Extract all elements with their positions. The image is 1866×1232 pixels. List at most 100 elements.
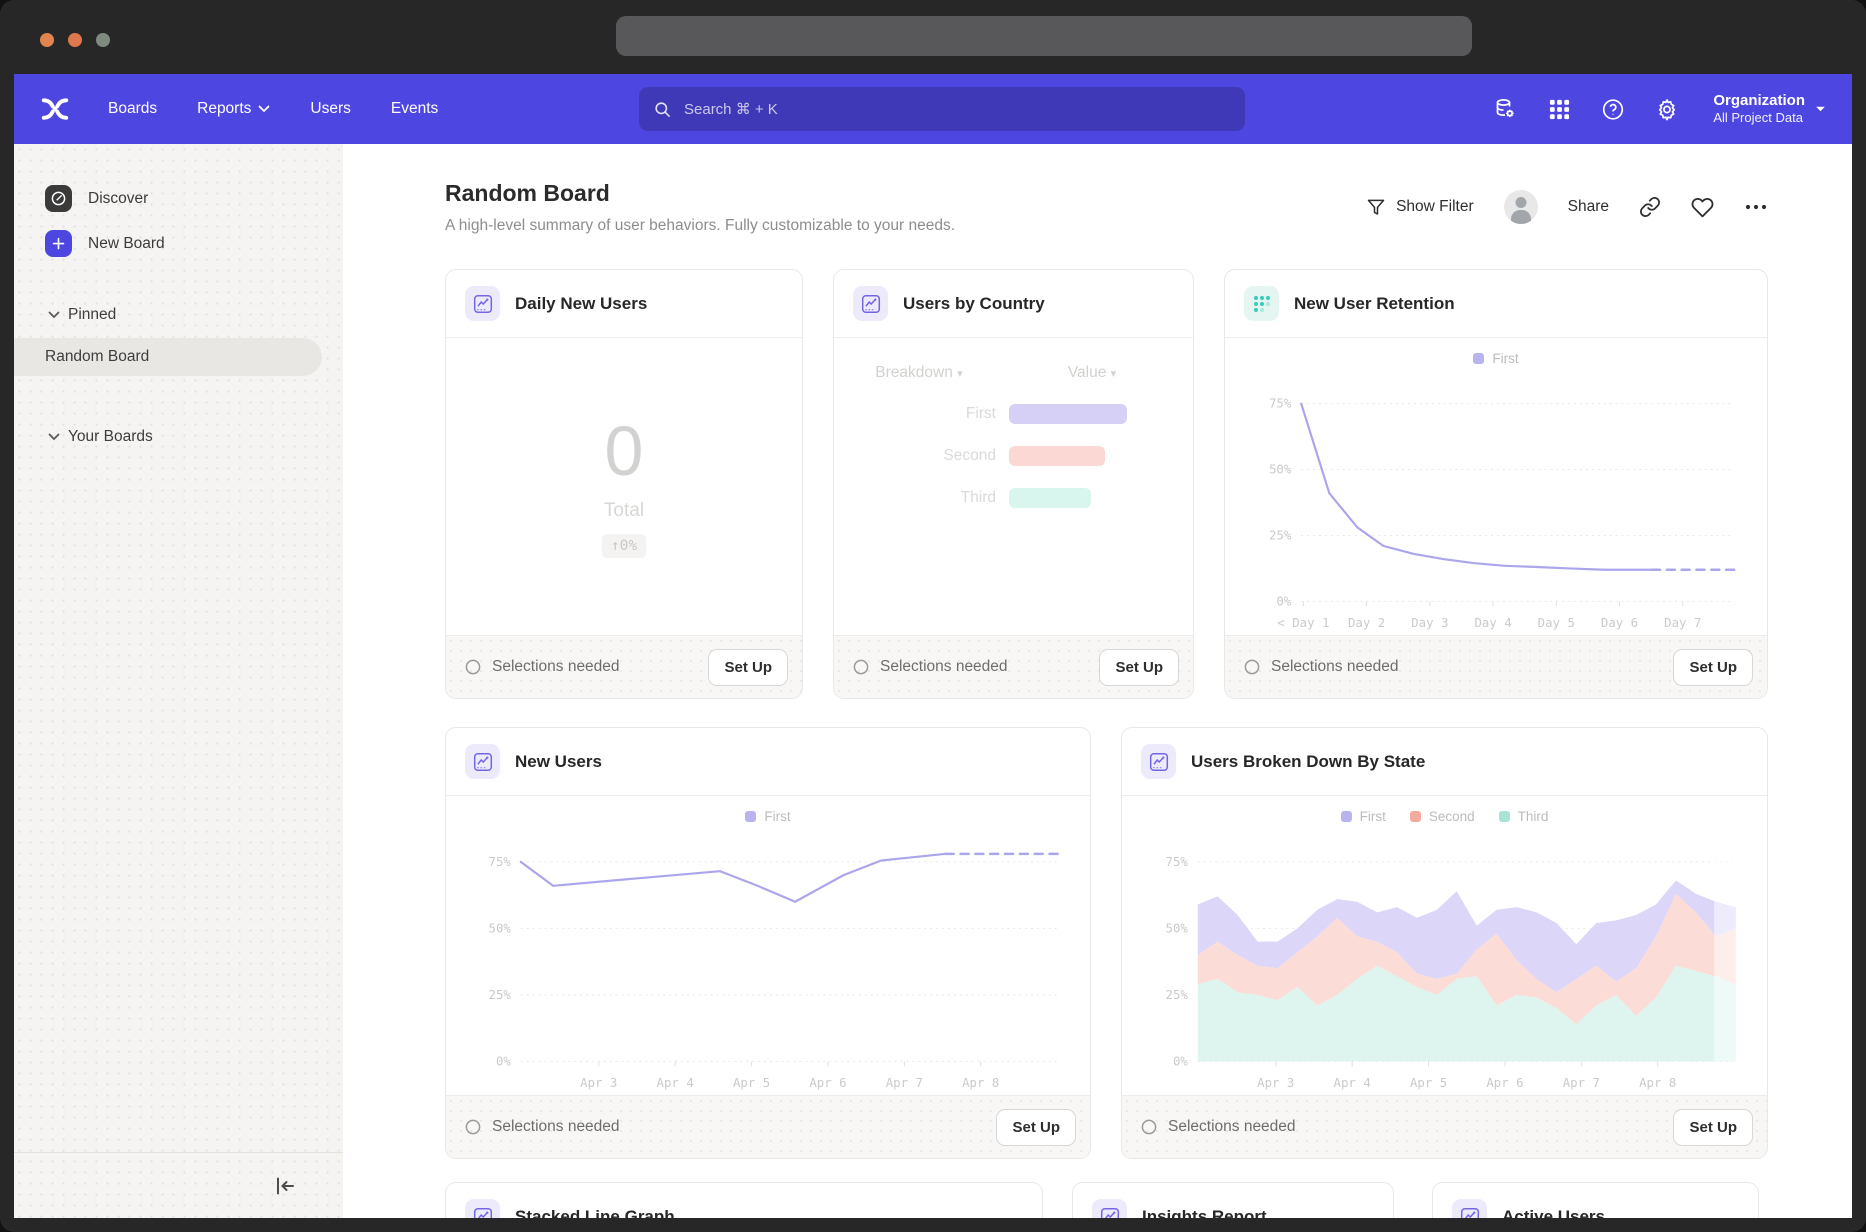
svg-text:75%: 75% — [489, 855, 512, 869]
svg-text:75%: 75% — [1165, 855, 1188, 869]
country-bar-row: Third — [834, 488, 1193, 508]
browser-url-bar[interactable] — [616, 16, 1472, 56]
line-chart-icon — [853, 286, 888, 321]
metric-label: Total — [604, 500, 644, 522]
mixpanel-logo-icon[interactable] — [40, 94, 70, 124]
plus-icon — [45, 230, 72, 257]
favorite-heart-icon[interactable] — [1691, 196, 1714, 219]
card-title: Users by Country — [903, 294, 1045, 314]
card-title: Daily New Users — [515, 294, 647, 314]
svg-text:Day 2: Day 2 — [1348, 616, 1385, 630]
svg-text:Apr 6: Apr 6 — [1486, 1076, 1523, 1090]
set-up-button[interactable]: Set Up — [1099, 649, 1179, 686]
svg-text:Apr 8: Apr 8 — [1639, 1076, 1676, 1090]
svg-text:Apr 4: Apr 4 — [1333, 1076, 1370, 1090]
card-new-users: New Users First75%50%25%0%Apr 3Apr 4Apr … — [445, 727, 1091, 1159]
sidebar-section-label: Pinned — [68, 306, 116, 324]
value-dropdown[interactable]: Value ▾ — [1032, 364, 1152, 382]
set-up-button[interactable]: Set Up — [996, 1109, 1076, 1146]
line-chart-icon — [1092, 1199, 1127, 1218]
nav-item-events[interactable]: Events — [391, 100, 438, 118]
nav-item-users[interactable]: Users — [310, 100, 350, 118]
card-users-by-state: Users Broken Down By State FirstSecondTh… — [1121, 727, 1768, 1159]
card-title: Insights Report — [1142, 1207, 1267, 1219]
sidebar-item-new-board[interactable]: New Board — [14, 221, 343, 266]
settings-gear-icon[interactable] — [1655, 97, 1679, 121]
svg-text:50%: 50% — [1165, 921, 1188, 935]
page-subtitle: A high-level summary of user behaviors. … — [445, 217, 1366, 235]
help-icon[interactable] — [1601, 97, 1625, 121]
legend-item: First — [1473, 351, 1518, 366]
share-button[interactable]: Share — [1568, 198, 1609, 216]
svg-text:0%: 0% — [1172, 1054, 1187, 1068]
selections-needed-status: Selections needed — [465, 1118, 996, 1136]
card-active-users: Active Users — [1432, 1182, 1759, 1218]
app-window: Boards Reports Users Events — [0, 0, 1866, 1232]
sidebar-item-random-board[interactable]: Random Board — [14, 338, 322, 376]
country-bar — [1009, 488, 1091, 508]
sidebar-section-pinned[interactable]: Pinned — [14, 296, 343, 334]
org-switcher[interactable]: Organization All Project Data — [1713, 92, 1826, 127]
chart-legend: First — [1473, 351, 1518, 366]
svg-text:Apr 4: Apr 4 — [657, 1076, 694, 1090]
search-bar[interactable] — [639, 87, 1245, 131]
card-insights-report: Insights Report — [1072, 1182, 1394, 1218]
sidebar-section-your-boards[interactable]: Your Boards — [14, 418, 343, 456]
sidebar-item-discover[interactable]: Discover — [14, 176, 343, 221]
svg-text:0%: 0% — [496, 1054, 511, 1068]
country-bar-row: Second — [834, 446, 1193, 466]
svg-text:Apr 3: Apr 3 — [580, 1076, 617, 1090]
apps-grid-icon[interactable] — [1547, 97, 1571, 121]
line-chart-icon — [1141, 744, 1176, 779]
set-up-button[interactable]: Set Up — [708, 649, 788, 686]
legend-item: Second — [1410, 809, 1475, 824]
avatar[interactable] — [1504, 190, 1538, 224]
show-filter-button[interactable]: Show Filter — [1366, 197, 1474, 217]
org-name: Organization — [1713, 92, 1805, 111]
discover-compass-icon — [45, 185, 72, 212]
svg-text:Apr 5: Apr 5 — [1409, 1076, 1446, 1090]
empty-circle-icon — [465, 659, 481, 675]
card-daily-new-users: Daily New Users 0 Total ↑0% — [445, 269, 803, 699]
set-up-button[interactable]: Set Up — [1673, 649, 1753, 686]
sidebar-section-label: Your Boards — [68, 428, 153, 446]
card-title: New User Retention — [1294, 294, 1455, 314]
nav-item-reports[interactable]: Reports — [197, 100, 270, 118]
svg-text:Apr 8: Apr 8 — [962, 1076, 999, 1090]
sidebar-footer — [14, 1152, 343, 1218]
empty-circle-icon — [853, 659, 869, 675]
svg-text:50%: 50% — [1269, 462, 1292, 476]
nav-item-boards[interactable]: Boards — [108, 100, 157, 118]
svg-text:25%: 25% — [1269, 528, 1292, 542]
chart-legend: FirstSecondThird — [1341, 809, 1549, 824]
zoom-window-button[interactable] — [96, 33, 110, 47]
filter-funnel-icon — [1366, 197, 1386, 217]
svg-text:Apr 7: Apr 7 — [1562, 1076, 1599, 1090]
board-main: Random Board A high-level summary of use… — [343, 144, 1852, 1218]
search-icon — [653, 100, 672, 119]
collapse-sidebar-icon[interactable] — [273, 1175, 297, 1197]
set-up-button[interactable]: Set Up — [1673, 1109, 1753, 1146]
card-title: Active Users — [1502, 1207, 1605, 1219]
selections-needed-status: Selections needed — [465, 658, 708, 676]
top-nav: Boards Reports Users Events — [14, 74, 1852, 144]
card-stacked-line-graph: Stacked Line Graph — [445, 1182, 1043, 1218]
more-options-icon[interactable] — [1744, 203, 1768, 211]
traffic-lights — [40, 33, 110, 47]
card-title: Users Broken Down By State — [1191, 752, 1425, 772]
legend-swatch — [745, 811, 756, 822]
sidebar-item-label: New Board — [88, 235, 165, 253]
chevron-down-icon — [48, 433, 60, 441]
legend-swatch — [1341, 811, 1352, 822]
data-management-icon[interactable] — [1493, 97, 1517, 121]
selections-needed-status: Selections needed — [1244, 658, 1673, 676]
breakdown-dropdown[interactable]: Breakdown ▾ — [834, 364, 1004, 382]
search-input[interactable] — [682, 100, 1231, 119]
svg-text:Day 3: Day 3 — [1411, 616, 1448, 630]
users-by-state-chart: FirstSecondThird75%50%25%0%Apr 3Apr 4Apr… — [1122, 796, 1767, 1095]
svg-text:Day 4: Day 4 — [1474, 616, 1511, 630]
close-window-button[interactable] — [40, 33, 54, 47]
minimize-window-button[interactable] — [68, 33, 82, 47]
card-new-user-retention: New User Retention First75%50%25%0%< Day… — [1224, 269, 1768, 699]
copy-link-icon[interactable] — [1639, 196, 1661, 218]
